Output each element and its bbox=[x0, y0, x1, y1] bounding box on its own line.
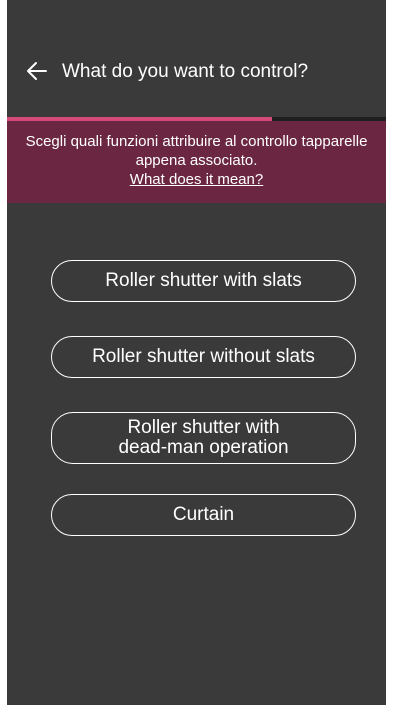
option-label: Roller shutter with dead-man operation bbox=[118, 418, 288, 458]
roller-shutter-without-slats-button[interactable]: Roller shutter without slats bbox=[51, 336, 356, 378]
info-banner: Scegli quali funzioni attribuire al cont… bbox=[7, 121, 386, 203]
arrow-left-icon bbox=[27, 62, 47, 80]
app-screen: What do you want to control? Scegli qual… bbox=[7, 0, 386, 705]
option-label: Roller shutter with slats bbox=[105, 270, 302, 291]
curtain-button[interactable]: Curtain bbox=[51, 494, 356, 536]
header: What do you want to control? bbox=[7, 0, 386, 117]
page-title: What do you want to control? bbox=[62, 61, 309, 82]
banner-text: Scegli quali funzioni attribuire al cont… bbox=[25, 133, 368, 169]
options-list: Roller shutter with slats Roller shutter… bbox=[51, 260, 356, 536]
option-label: Roller shutter without slats bbox=[92, 346, 315, 367]
roller-shutter-with-slats-button[interactable]: Roller shutter with slats bbox=[51, 260, 356, 302]
option-label-line1: Roller shutter with bbox=[127, 417, 280, 438]
back-button[interactable] bbox=[25, 59, 49, 83]
option-label-line2: dead-man operation bbox=[118, 437, 289, 458]
roller-shutter-dead-man-button[interactable]: Roller shutter with dead-man operation bbox=[51, 412, 356, 464]
what-does-it-mean-link[interactable]: What does it mean? bbox=[130, 170, 263, 189]
option-label: Curtain bbox=[172, 504, 235, 525]
